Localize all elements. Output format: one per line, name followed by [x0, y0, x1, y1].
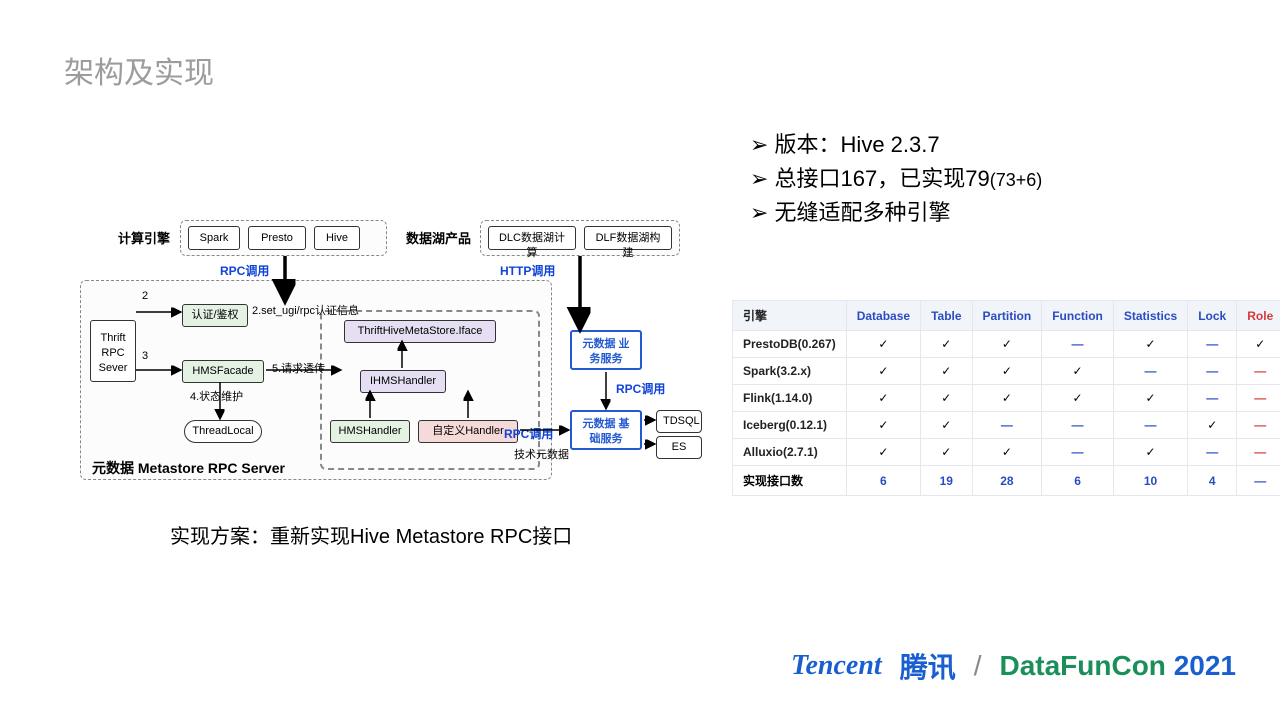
- edge-label: 4.状态维护: [190, 388, 243, 404]
- col-function: Function: [1042, 301, 1114, 331]
- edge-label: 3: [142, 350, 148, 362]
- slide-title: 架构及实现: [64, 48, 214, 92]
- box-thrift-server: Thrift RPC Sever: [90, 320, 136, 382]
- table-row: Flink(1.14.0)✓✓✓✓✓——: [733, 385, 1280, 412]
- label-tech-meta: 技术元数据: [514, 446, 569, 462]
- box-custom-handler: 自定义Handler: [418, 420, 518, 443]
- col-lock: Lock: [1188, 301, 1237, 331]
- separator: /: [974, 650, 982, 682]
- edge-label: 2.set_ugi/rpc认证信息: [252, 302, 359, 318]
- table-row: Iceberg(0.12.1)✓✓———✓—: [733, 412, 1280, 439]
- tencent-logo-cn: 腾讯: [900, 646, 956, 686]
- table-header-row: 引擎 Database Table Partition Function Sta…: [733, 301, 1280, 331]
- bullet-item: 版本：Hive 2.3.7: [750, 128, 1042, 162]
- table-row: Alluxio(2.7.1)✓✓✓—✓——: [733, 439, 1280, 466]
- engine-matrix-table: 引擎 Database Table Partition Function Sta…: [732, 300, 1280, 496]
- group-label-server: 元数据 Metastore RPC Server: [92, 458, 285, 478]
- group-label-lake: 数据湖产品: [406, 228, 471, 247]
- box-es: ES: [656, 436, 702, 459]
- bullet-item: 总接口167，已实现79(73+6): [750, 162, 1042, 196]
- group-label-engines: 计算引擎: [118, 228, 170, 247]
- footer-logos: Tencent 腾讯 / DataFunCon 2021: [791, 646, 1236, 686]
- box-dlc: DLC数据湖计算: [488, 226, 576, 250]
- architecture-diagram: 计算引擎 数据湖产品 Spark Presto Hive DLC数据湖计算 DL…: [80, 220, 700, 480]
- label-http-call: HTTP调用: [500, 262, 555, 279]
- label-rpc-call: RPC调用: [220, 262, 269, 279]
- col-table: Table: [921, 301, 972, 331]
- box-spark: Spark: [188, 226, 240, 250]
- col-engine: 引擎: [733, 301, 847, 331]
- box-base-service: 元数据 基础服务: [570, 410, 642, 450]
- box-dlf: DLF数据湖构建: [584, 226, 672, 250]
- col-partition: Partition: [972, 301, 1042, 331]
- box-thrift-iface: ThriftHiveMetaStore.Iface: [344, 320, 496, 343]
- box-hive: Hive: [314, 226, 360, 250]
- box-tdsql: TDSQL: [656, 410, 702, 433]
- datafuncon-logo: DataFunCon 2021: [999, 650, 1236, 682]
- box-ihmshandler: IHMSHandler: [360, 370, 446, 393]
- tencent-logo-en: Tencent: [791, 650, 882, 682]
- bullet-list: 版本：Hive 2.3.7 总接口167，已实现79(73+6) 无缝适配多种引…: [750, 128, 1042, 230]
- edge-label: 2: [142, 290, 148, 302]
- table-row: PrestoDB(0.267)✓✓✓—✓—✓: [733, 331, 1280, 358]
- box-hmshandler: HMSHandler: [330, 420, 410, 443]
- box-auth: 认证/鉴权: [182, 304, 248, 327]
- box-presto: Presto: [248, 226, 306, 250]
- box-threadlocal: ThreadLocal: [184, 420, 262, 443]
- label-rpc-call: RPC调用: [616, 380, 665, 397]
- edge-label: 5.请求透传: [272, 360, 325, 376]
- diagram-caption: 实现方案：重新实现Hive Metastore RPC接口: [170, 520, 572, 549]
- col-database: Database: [846, 301, 920, 331]
- table-counts-row: 实现接口数619286104—: [733, 466, 1280, 496]
- label-rpc-call: RPC调用: [504, 425, 553, 442]
- box-biz-service: 元数据 业务服务: [570, 330, 642, 370]
- table-row: Spark(3.2.x)✓✓✓✓———: [733, 358, 1280, 385]
- col-statistics: Statistics: [1113, 301, 1187, 331]
- col-role: Role: [1237, 301, 1280, 331]
- bullet-item: 无缝适配多种引擎: [750, 196, 1042, 230]
- box-hmsfacade: HMSFacade: [182, 360, 264, 383]
